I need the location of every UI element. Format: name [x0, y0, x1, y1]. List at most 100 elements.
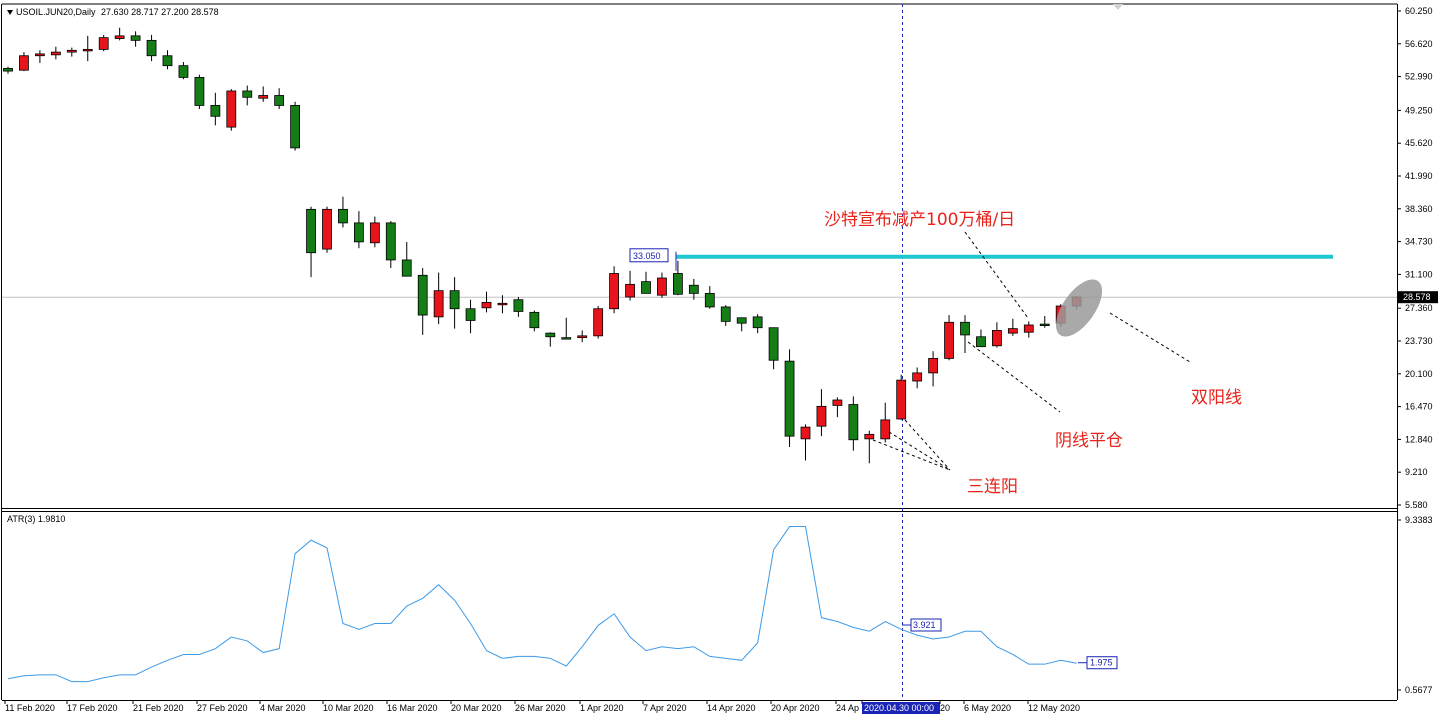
- candle-body: [306, 208, 316, 254]
- time-axis-tick-label: 7 Apr 2020: [643, 703, 687, 713]
- current-price-label: 28.578: [1403, 292, 1431, 302]
- candle-body: [194, 77, 205, 106]
- candle-body: [1007, 328, 1018, 334]
- candle-body: [736, 317, 747, 324]
- candle-body: [274, 95, 285, 106]
- symbol-dropdown-icon[interactable]: [7, 10, 13, 16]
- candle-body: [449, 290, 460, 310]
- candle-body: [497, 302, 508, 306]
- candle-body: [880, 419, 891, 440]
- candle-body: [481, 302, 492, 309]
- candle-body: [657, 277, 667, 296]
- time-axis-tick-label: 17 Feb 2020: [67, 703, 118, 713]
- candle-body: [433, 290, 444, 318]
- time-axis-tick-label: 14 Apr 2020: [707, 703, 756, 713]
- candle-body: [673, 273, 683, 295]
- candle-body: [832, 399, 843, 406]
- price-axis-tick-label: 45.620: [1405, 138, 1433, 148]
- time-axis-tick-label: 10 Mar 2020: [323, 703, 374, 713]
- atr-marker-label-1: 3.921: [913, 620, 936, 630]
- candle-body: [353, 222, 364, 243]
- time-axis-tick-label: 24 Ap: [836, 703, 859, 713]
- atr-marker-label-2: 1.975: [1090, 658, 1113, 668]
- candle-body: [226, 90, 237, 128]
- candle-body: [162, 55, 173, 67]
- candle-body: [768, 327, 779, 361]
- symbol-header: USOIL.JUN20,Daily 27.630 28.717 27.200 2…: [7, 7, 219, 17]
- candle-body: [720, 306, 731, 322]
- price-axis-tick-label: 41.990: [1405, 171, 1433, 181]
- price-axis-tick-label: 31.100: [1405, 269, 1433, 279]
- time-axis-tick-label: 4 Mar 2020: [260, 703, 306, 713]
- candle-body: [146, 39, 157, 57]
- candle-body: [976, 336, 986, 348]
- candle-body: [912, 372, 923, 382]
- time-axis-tick-label: 20 Apr 2020: [771, 703, 820, 713]
- candle-body: [944, 321, 954, 359]
- candle-body: [385, 222, 396, 261]
- candle-body: [704, 292, 715, 308]
- candle-body: [369, 222, 380, 244]
- chart-canvas: 60.250 56.620 52.990 49.250 45.620 41.990 38.3…: [0, 0, 1440, 721]
- time-axis-tick-label: 11 Feb 2020: [5, 703, 55, 713]
- candle-body: [322, 208, 332, 250]
- candle-body: [210, 105, 221, 117]
- time-axis-tick-label: 20 Mar 2020: [451, 703, 502, 713]
- candle-body: [641, 281, 651, 294]
- candle-body: [417, 274, 428, 316]
- price-axis-tick-label: 52.990: [1405, 72, 1433, 82]
- annotation-yin-close: 阴线平仓: [1055, 431, 1123, 451]
- time-axis: 11 Feb 2020 17 Feb 2020 21 Feb 2020 27 Feb …: [4, 700, 1080, 714]
- candle-body: [19, 55, 29, 71]
- candle-body: [401, 259, 412, 277]
- candle-body: [114, 35, 125, 39]
- candle-body: [784, 360, 795, 437]
- candle-body: [35, 53, 45, 57]
- candle-body: [609, 273, 619, 310]
- crosshair-time-label: 2020.04.30 00:00: [864, 703, 934, 713]
- candle-body: [928, 358, 938, 374]
- candle-body: [960, 321, 970, 336]
- annotation-saudi-cut: 沙特宣布减产100万桶/日: [824, 210, 1016, 230]
- candle-body: [848, 404, 859, 441]
- symbol-title: USOIL.JUN20,Daily: [16, 7, 96, 17]
- time-axis-tick-label: 26 Mar 2020: [515, 703, 566, 713]
- candle-body: [800, 426, 811, 440]
- time-axis-tick-label: 6 May 2020: [964, 703, 1011, 713]
- candle-body: [625, 283, 635, 298]
- candle-body: [50, 51, 61, 56]
- price-axis-tick-label: 23.730: [1405, 336, 1433, 346]
- candle-body: [561, 337, 572, 340]
- candle-body: [178, 65, 189, 78]
- price-axis-tick-label: 34.730: [1405, 237, 1433, 247]
- time-axis-tick-label: 27 Feb 2020: [197, 703, 248, 713]
- time-axis-tick-label: 1 Apr 2020: [580, 703, 624, 713]
- time-axis-tick-label: 12 May 2020: [1028, 703, 1080, 713]
- price-axis-tick-label: 12.840: [1405, 434, 1433, 444]
- time-axis-tick-label: 21 Feb 2020: [133, 703, 184, 713]
- candle-body: [242, 90, 253, 98]
- candle-body: [82, 49, 93, 52]
- candle-body: [1039, 323, 1050, 326]
- atr-indicator-title: ATR(3) 1.9810: [7, 514, 66, 524]
- atr-axis-tick-label: 9.3383: [1405, 515, 1433, 525]
- price-axis-tick-label: 38.360: [1405, 204, 1433, 214]
- price-axis-tick-label: 20.100: [1405, 369, 1433, 379]
- price-axis-tick-label: 5.580: [1405, 500, 1428, 510]
- candle-body: [98, 37, 109, 50]
- candle-body: [593, 308, 604, 337]
- price-axis-tick-label: 56.620: [1405, 39, 1433, 49]
- candle-body: [130, 35, 141, 41]
- candle-body: [816, 405, 827, 427]
- candle-body: [688, 284, 699, 294]
- candle-body: [513, 299, 524, 312]
- price-axis-tick-label: 49.250: [1405, 105, 1433, 115]
- candle-body: [3, 67, 13, 72]
- time-axis-tick-label: 20: [940, 703, 950, 713]
- candle-body: [290, 105, 301, 149]
- atr-axis-tick-label: 0.5677: [1405, 685, 1433, 695]
- candle-body: [1023, 324, 1034, 333]
- price-axis-tick-label: 9.210: [1405, 467, 1428, 477]
- ohlc-values: 27.630 28.717 27.200 28.578: [101, 7, 219, 17]
- annotation-double-yang: 双阳线: [1191, 388, 1242, 408]
